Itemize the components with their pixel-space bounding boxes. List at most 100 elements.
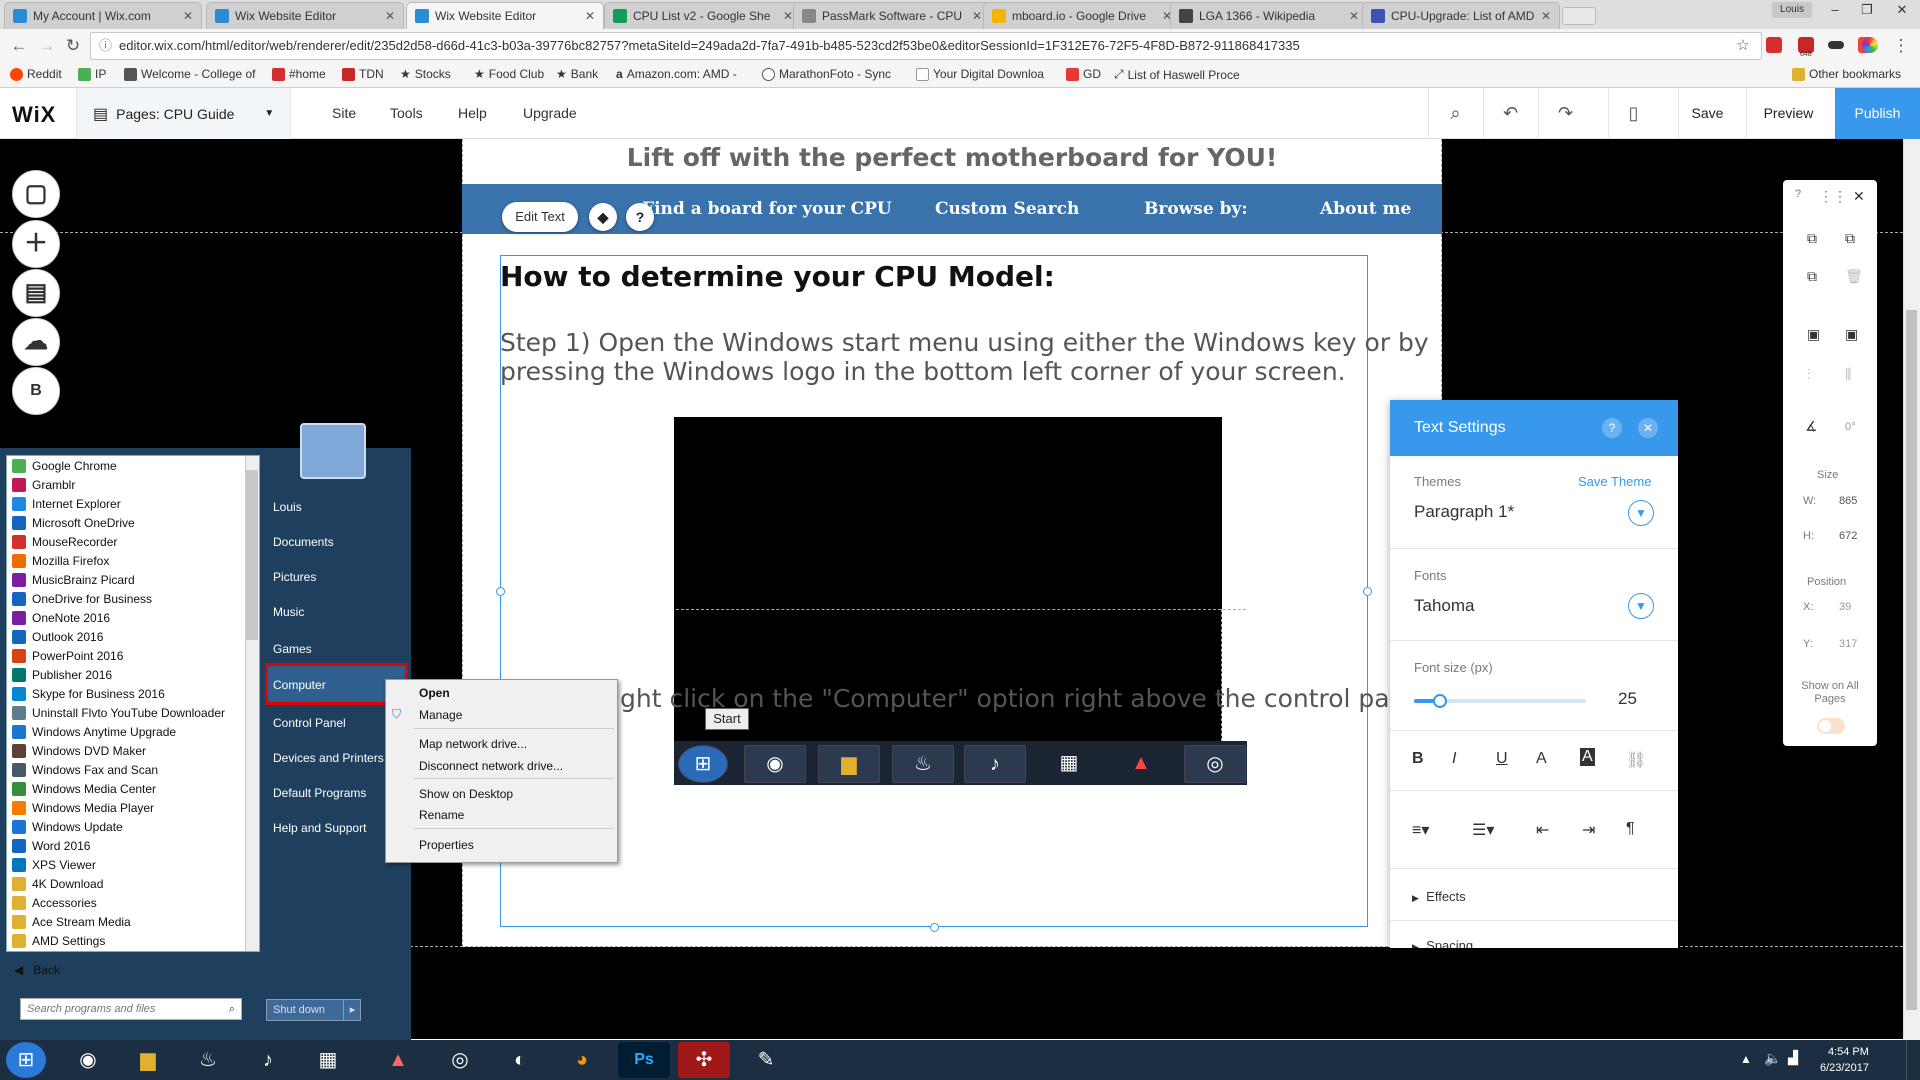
bookmark-item[interactable]: ★ Stocks bbox=[400, 67, 451, 81]
close-icon[interactable]: ✕ bbox=[1638, 418, 1658, 438]
spacing-section[interactable]: ▶ Spacing bbox=[1412, 938, 1473, 948]
start-search-input[interactable]: Search programs and files ⌕ bbox=[20, 998, 242, 1020]
program-item[interactable]: Internet Explorer bbox=[12, 497, 121, 511]
rotation-value[interactable]: 0° bbox=[1845, 421, 1856, 433]
align-icon[interactable]: ⫶ bbox=[1807, 366, 1811, 383]
program-item[interactable]: OneDrive for Business bbox=[12, 592, 152, 606]
arrange-icon[interactable]: ▣ bbox=[1807, 326, 1820, 343]
nav-about-me[interactable]: About me bbox=[1320, 199, 1411, 219]
height-value[interactable]: 672 bbox=[1839, 530, 1857, 542]
nav-custom-search[interactable]: Custom Search bbox=[935, 199, 1079, 219]
explorer-folder-icon[interactable]: ▆ bbox=[122, 1042, 174, 1078]
firefox-icon[interactable]: ◕ bbox=[556, 1042, 608, 1078]
indent-increase-icon[interactable]: ⇥ bbox=[1582, 820, 1595, 840]
bookmark-star-icon[interactable]: ☆ bbox=[1732, 35, 1754, 57]
back-button[interactable]: ◀ Back bbox=[14, 963, 60, 977]
arrange-icon[interactable]: ▣ bbox=[1845, 326, 1858, 343]
zoom-icon[interactable]: ⌕ bbox=[1428, 88, 1482, 139]
chevron-down-icon[interactable]: ▼ bbox=[1628, 500, 1654, 526]
mobile-view-icon[interactable]: ▯ bbox=[1608, 88, 1658, 139]
program-item[interactable]: AMD Settings bbox=[12, 934, 105, 948]
browser-tab[interactable]: CPU List v2 - Google She ✕ bbox=[604, 2, 802, 29]
save-button[interactable]: Save bbox=[1678, 88, 1736, 139]
nav-find-board[interactable]: Find a board for your CPU bbox=[642, 199, 892, 219]
steam-icon[interactable]: ♨ bbox=[182, 1042, 234, 1078]
page-scrollbar-thumb[interactable] bbox=[1906, 310, 1917, 1010]
program-item[interactable]: Gramblr bbox=[12, 478, 75, 492]
start-item-computer[interactable]: Computer bbox=[273, 678, 326, 692]
background-tool-icon[interactable]: ▢ bbox=[12, 170, 60, 218]
font-dropdown[interactable]: Tahoma bbox=[1414, 596, 1474, 616]
highlight-icon[interactable]: A bbox=[1580, 748, 1595, 766]
windows-start-icon[interactable]: ⊞ bbox=[6, 1042, 46, 1078]
menu-upgrade[interactable]: Upgrade bbox=[523, 105, 577, 121]
system-clock[interactable]: 4:54 PM 6/23/2017 bbox=[1820, 1044, 1869, 1076]
x-value[interactable]: 39 bbox=[1839, 601, 1851, 613]
menu-open[interactable]: Open bbox=[419, 686, 450, 700]
bookmark-item[interactable]: TDN bbox=[342, 67, 384, 81]
add-tool-icon[interactable]: ＋ bbox=[12, 220, 60, 268]
program-item[interactable]: OneNote 2016 bbox=[12, 611, 110, 625]
glasses-extension-icon[interactable] bbox=[1828, 41, 1844, 49]
text-color-icon[interactable]: A bbox=[1536, 750, 1547, 768]
menu-help[interactable]: Help bbox=[458, 105, 487, 121]
back-arrow-icon[interactable]: ← bbox=[8, 35, 30, 57]
blog-icon[interactable]: B bbox=[12, 367, 60, 415]
menu-properties[interactable]: Properties bbox=[419, 838, 474, 852]
nav-browse-by[interactable]: Browse by: bbox=[1144, 199, 1248, 219]
link-icon[interactable]: ⛓ bbox=[1626, 750, 1646, 770]
program-item[interactable]: Accessories bbox=[12, 896, 97, 910]
close-tab-icon[interactable]: ✕ bbox=[1349, 9, 1359, 23]
browser-tab-active[interactable]: Wix Website Editor ✕ bbox=[406, 2, 604, 29]
y-value[interactable]: 317 bbox=[1839, 638, 1857, 650]
bookmark-item[interactable]: ★ Bank bbox=[556, 67, 598, 81]
program-item[interactable]: MusicBrainz Picard bbox=[12, 573, 135, 587]
bookmark-item[interactable]: #home bbox=[272, 67, 326, 81]
close-tab-icon[interactable]: ✕ bbox=[385, 9, 395, 23]
program-item[interactable]: Skype for Business 2016 bbox=[12, 687, 165, 701]
rotate-icon[interactable]: ∡ bbox=[1805, 418, 1818, 435]
text-direction-icon[interactable]: ¶ bbox=[1626, 820, 1635, 838]
program-item[interactable]: Windows Fax and Scan bbox=[12, 763, 158, 777]
start-item-devices[interactable]: Devices and Printers bbox=[273, 751, 384, 765]
close-tab-icon[interactable]: ✕ bbox=[585, 9, 595, 23]
program-item[interactable]: PowerPoint 2016 bbox=[12, 649, 123, 663]
program-list-scroll-thumb[interactable] bbox=[246, 470, 258, 640]
chevron-down-icon[interactable]: ▼ bbox=[1628, 593, 1654, 619]
program-item[interactable]: Publisher 2016 bbox=[12, 668, 112, 682]
menu-show-desktop[interactable]: Show on Desktop bbox=[419, 787, 513, 801]
program-item[interactable]: MouseRecorder bbox=[12, 535, 117, 549]
publish-button[interactable]: Publish bbox=[1835, 88, 1920, 139]
bookmark-item[interactable]: ⤢ List of Haswell Proce bbox=[1114, 67, 1240, 82]
extension-badge-icon[interactable]: 648 bbox=[1798, 37, 1814, 58]
photoshop-icon[interactable]: Ps bbox=[618, 1042, 670, 1078]
browser-tab[interactable]: LGA 1366 - Wikipedia ✕ bbox=[1170, 2, 1368, 29]
start-item-music[interactable]: Music bbox=[273, 605, 304, 619]
network-icon[interactable]: ▟ bbox=[1788, 1050, 1798, 1066]
bookmark-item[interactable]: Your Digital Downloa bbox=[916, 67, 1044, 81]
program-item[interactable]: Mozilla Firefox bbox=[12, 554, 109, 568]
theme-dropdown[interactable]: Paragraph 1* bbox=[1414, 502, 1514, 522]
chrome-icon[interactable]: ◉ bbox=[62, 1042, 114, 1078]
chrome-menu-icon[interactable]: ⋮ bbox=[1890, 35, 1912, 57]
program-item[interactable]: Ace Stream Media bbox=[12, 915, 131, 929]
bullet-list-icon[interactable]: ☰▾ bbox=[1472, 820, 1494, 840]
other-bookmarks[interactable]: Other bookmarks bbox=[1792, 67, 1901, 81]
browser-tab[interactable]: Wix Website Editor ✕ bbox=[206, 2, 404, 29]
bookmark-item[interactable]: MarathonFoto - Sync bbox=[762, 67, 891, 81]
shutdown-button[interactable]: Shut down ▸ bbox=[266, 999, 361, 1021]
new-tab-button[interactable] bbox=[1562, 7, 1596, 25]
program-item[interactable]: Microsoft OneDrive bbox=[12, 516, 135, 530]
shutdown-options-icon[interactable]: ▸ bbox=[343, 1000, 361, 1020]
obs-icon[interactable]: ◎ bbox=[434, 1042, 486, 1078]
browser-tab[interactable]: CPU-Upgrade: List of AMD ✕ bbox=[1362, 2, 1560, 29]
help-icon[interactable]: ? bbox=[1602, 418, 1622, 438]
program-item[interactable]: Word 2016 bbox=[12, 839, 90, 853]
forward-arrow-icon[interactable]: → bbox=[36, 35, 58, 57]
program-item[interactable]: Google Chrome bbox=[12, 459, 117, 473]
animation-icon[interactable]: ◆ bbox=[589, 203, 617, 231]
close-tab-icon[interactable]: ✕ bbox=[1541, 9, 1551, 23]
indent-decrease-icon[interactable]: ⇤ bbox=[1536, 820, 1549, 840]
tray-arrow-icon[interactable]: ▲ bbox=[1740, 1052, 1752, 1066]
copy-icon[interactable]: ⧉ bbox=[1807, 230, 1817, 247]
